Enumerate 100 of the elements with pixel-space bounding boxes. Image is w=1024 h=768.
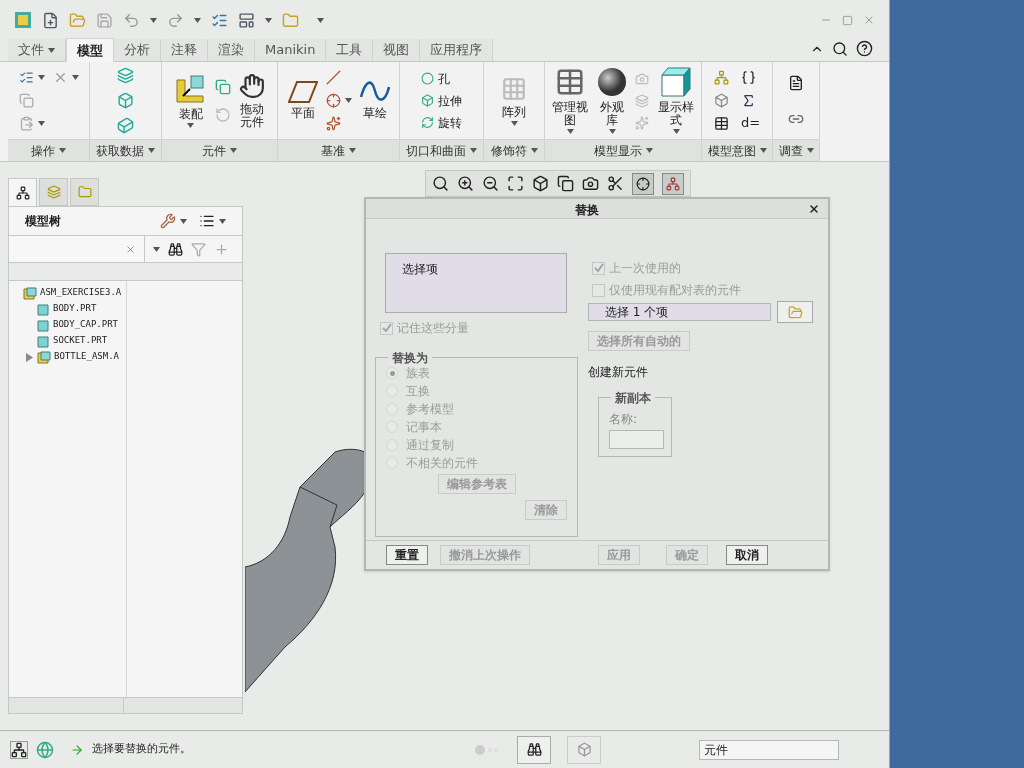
- tool-label[interactable]: 管理视图: [551, 101, 589, 128]
- tree-item[interactable]: SOCKET.PRT: [53, 334, 108, 348]
- ribbon-tab[interactable]: 视图: [373, 39, 421, 61]
- caret-icon[interactable]: [37, 75, 45, 81]
- caret-icon[interactable]: [265, 17, 272, 23]
- filter-dropdown[interactable]: 元件: [699, 739, 839, 760]
- caret-icon[interactable]: [59, 148, 66, 154]
- ribbon-tab[interactable]: 应用程序: [420, 39, 494, 61]
- caret-icon[interactable]: [470, 148, 477, 154]
- clear-icon[interactable]: [125, 243, 136, 255]
- caret-icon[interactable]: [230, 148, 237, 154]
- tree-item[interactable]: BODY.PRT: [53, 302, 97, 316]
- formula-icon[interactable]: [741, 93, 756, 109]
- dialog-button[interactable]: 取消: [726, 545, 768, 565]
- caret-icon[interactable]: [194, 17, 201, 23]
- caret-icon[interactable]: [759, 148, 767, 154]
- caret-icon[interactable]: [148, 148, 155, 154]
- new-file-icon[interactable]: [42, 11, 59, 29]
- caret-icon[interactable]: [806, 148, 814, 154]
- braces-icon[interactable]: [741, 70, 756, 86]
- plane-icon[interactable]: [287, 81, 318, 104]
- tool-label[interactable]: 拉伸: [438, 91, 462, 110]
- search-icon[interactable]: [832, 40, 848, 57]
- caret-icon[interactable]: [672, 129, 680, 135]
- hand-icon[interactable]: [238, 72, 265, 99]
- caret-icon[interactable]: [71, 75, 79, 81]
- tool-label[interactable]: 外观库: [599, 101, 625, 128]
- assemble-icon[interactable]: [174, 73, 207, 104]
- caret-icon[interactable]: [349, 148, 356, 154]
- caret-icon[interactable]: [317, 17, 324, 23]
- point-icon[interactable]: [325, 93, 341, 109]
- tree-item[interactable]: BODY_CAP.PRT: [53, 318, 119, 332]
- group-label[interactable]: 基准: [321, 141, 345, 160]
- table-icon[interactable]: [713, 116, 729, 132]
- tool-label[interactable]: 草绘: [361, 107, 388, 121]
- scrollbar[interactable]: [9, 698, 124, 713]
- zoom-out-icon[interactable]: [482, 175, 499, 192]
- sphere-icon[interactable]: [597, 67, 627, 98]
- caret-icon[interactable]: [608, 129, 616, 135]
- tree-icon[interactable]: [10, 740, 28, 759]
- ribbon-tab[interactable]: 注释: [161, 39, 208, 61]
- ribbon-tab[interactable]: 分析: [114, 39, 161, 61]
- caret-icon[interactable]: [37, 121, 45, 127]
- caret-icon[interactable]: [344, 98, 352, 104]
- document-icon[interactable]: [788, 74, 804, 91]
- name-field[interactable]: [609, 430, 664, 449]
- toggle-button[interactable]: [632, 172, 654, 195]
- ribbon-tab[interactable]: 渲染: [208, 39, 255, 61]
- caret-icon[interactable]: [566, 129, 574, 135]
- caret-icon[interactable]: [180, 218, 187, 224]
- zoom-in-icon[interactable]: [457, 175, 474, 192]
- tool-label[interactable]: 装配: [177, 107, 204, 121]
- scrollbar[interactable]: [124, 698, 242, 713]
- tool-label[interactable]: 旋转: [438, 113, 462, 132]
- caret-icon[interactable]: [219, 218, 226, 224]
- hole-icon[interactable]: [421, 72, 434, 86]
- caret-icon[interactable]: [187, 122, 194, 128]
- tool-label[interactable]: 孔: [438, 69, 450, 88]
- tool-label[interactable]: 显示样式: [657, 101, 695, 128]
- caret-icon[interactable]: [150, 17, 157, 23]
- tool-label[interactable]: 拖动元件: [238, 102, 265, 129]
- group-label[interactable]: 元件: [202, 141, 226, 160]
- caret-icon[interactable]: [645, 148, 653, 154]
- toggle-button[interactable]: [662, 172, 684, 195]
- caret-icon[interactable]: [510, 120, 518, 126]
- tool-label[interactable]: 平面: [289, 107, 316, 121]
- extrude-icon[interactable]: [421, 94, 434, 108]
- radio-label: 不相关的元件: [406, 455, 478, 472]
- layers-icon: [46, 185, 61, 199]
- tools-icon[interactable]: [160, 213, 176, 229]
- binoculars-icon[interactable]: [168, 241, 183, 257]
- axis-icon[interactable]: [325, 70, 341, 86]
- sketch-icon[interactable]: [359, 81, 390, 104]
- tree-item[interactable]: ASM_EXERCISE3.A: [40, 286, 122, 300]
- list-item[interactable]: 选择项: [402, 262, 438, 276]
- navigator-tab[interactable]: [8, 178, 37, 206]
- tool-label[interactable]: d=: [741, 116, 761, 132]
- caret-icon[interactable]: [153, 246, 160, 252]
- tree-item[interactable]: BOTTLE_ASM.A: [54, 350, 120, 364]
- expand-arrow-icon[interactable]: [26, 352, 33, 362]
- status-message: 选择要替换的元件。: [92, 741, 191, 758]
- find-button[interactable]: [517, 735, 551, 764]
- help-icon[interactable]: [856, 40, 873, 57]
- group-title: 新副本: [611, 389, 655, 407]
- selection-list[interactable]: 选择项: [385, 253, 567, 313]
- dialog-button[interactable]: 重置: [386, 545, 428, 565]
- close-icon[interactable]: [808, 202, 820, 215]
- cube-icon[interactable]: [660, 67, 692, 98]
- ribbon-tab[interactable]: 文件: [8, 39, 66, 61]
- ribbon-tab[interactable]: 工具: [326, 39, 374, 61]
- caret-icon[interactable]: [48, 47, 55, 53]
- zoom-fit-icon[interactable]: [432, 175, 449, 192]
- caret-icon[interactable]: [530, 148, 538, 154]
- ribbon-tab[interactable]: 模型: [66, 38, 114, 62]
- ribbon-tab[interactable]: Manikin: [255, 39, 327, 61]
- window-icon[interactable]: [238, 11, 255, 29]
- tool-label[interactable]: 阵列: [501, 105, 527, 119]
- selection-field[interactable]: 选择 1 个项: [588, 303, 771, 321]
- panel-title: 模型树: [25, 213, 61, 230]
- refit-icon[interactable]: [507, 175, 524, 192]
